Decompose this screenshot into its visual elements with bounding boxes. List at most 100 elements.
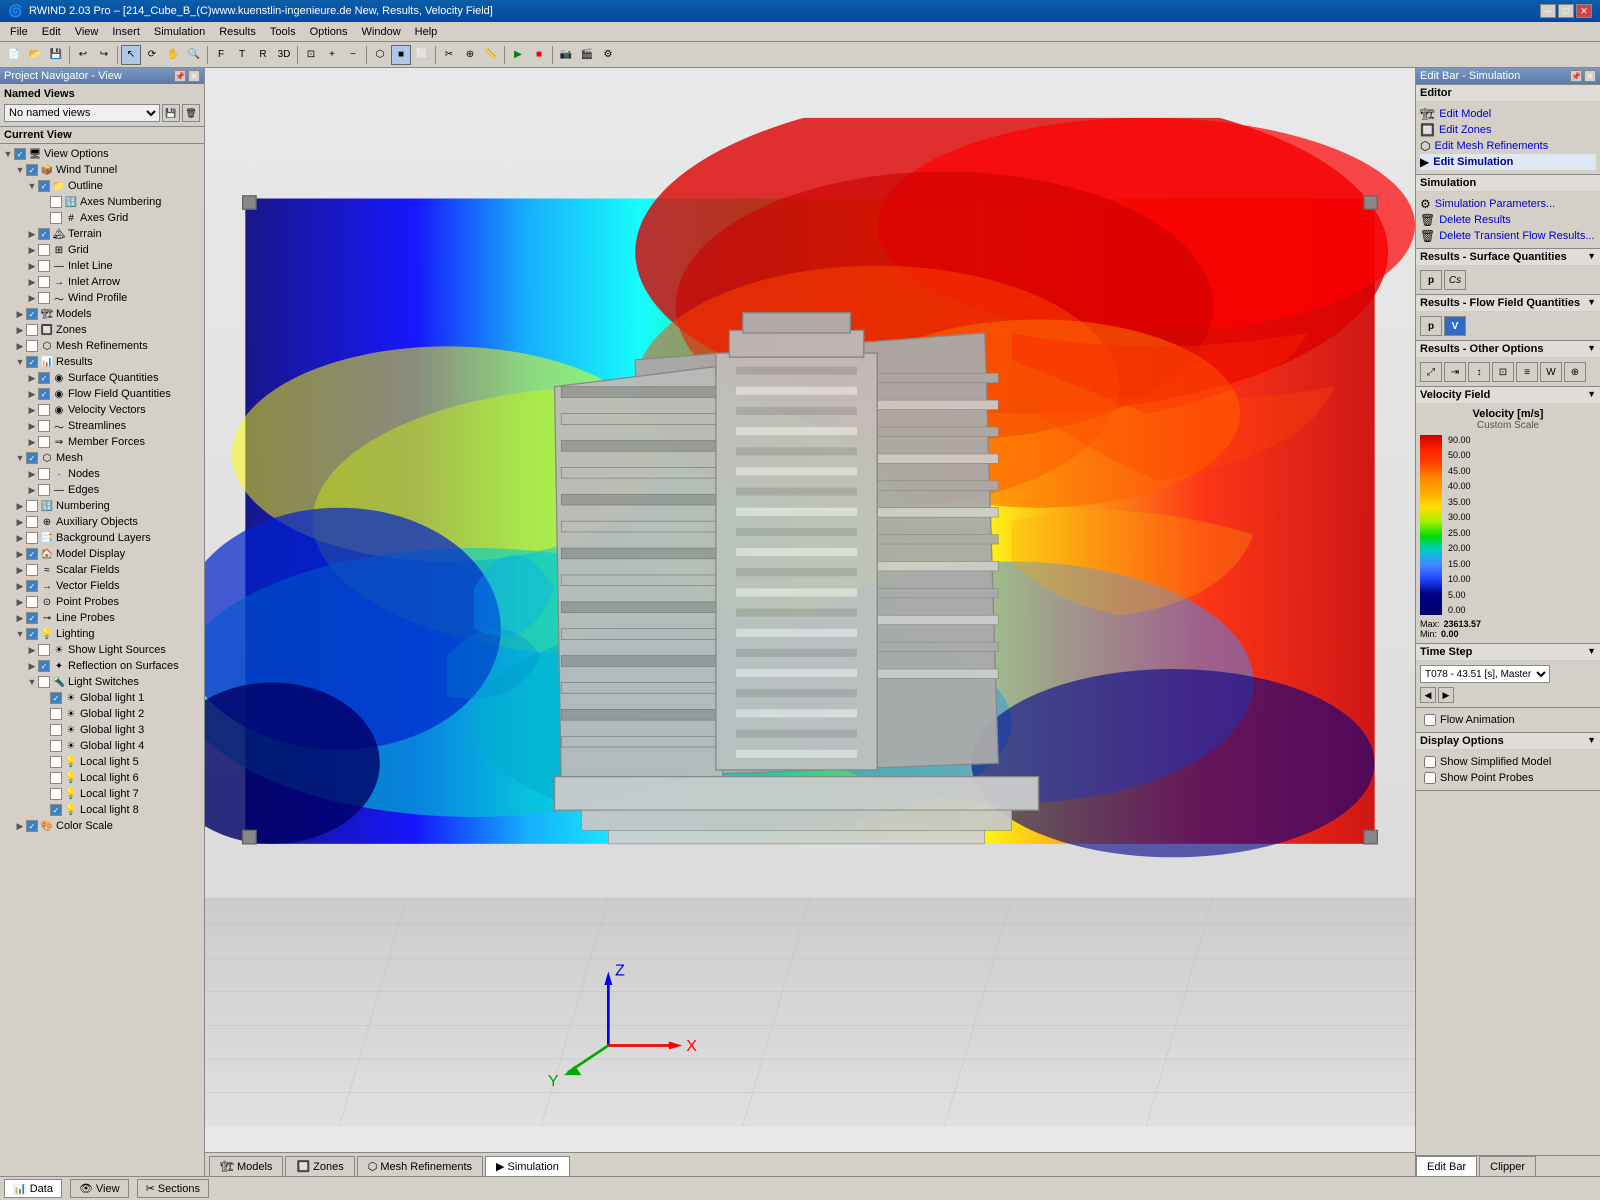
tb-solid[interactable]: ■ <box>391 45 411 65</box>
menu-help[interactable]: Help <box>409 24 444 40</box>
tree-item-nodes[interactable]: ▶·Nodes <box>2 466 202 482</box>
tb-redo[interactable]: ↪ <box>94 45 114 65</box>
flow-collapse[interactable]: ▼ <box>1587 297 1596 309</box>
tree-checkbox-mesh[interactable]: ✓ <box>26 452 38 464</box>
tree-checkbox-global-light-3[interactable] <box>50 724 62 736</box>
tree-expand-nodes[interactable]: ▶ <box>26 468 38 480</box>
menu-edit[interactable]: Edit <box>36 24 67 40</box>
tree-item-surface-quantities[interactable]: ▶✓◉Surface Quantities <box>2 370 202 386</box>
tree-expand-local-light-8[interactable] <box>38 804 50 816</box>
tb-top[interactable]: T <box>232 45 252 65</box>
tree-expand-outline[interactable]: ▼ <box>26 180 38 192</box>
tab-zones[interactable]: 🔲 Zones <box>285 1156 354 1176</box>
tree-expand-surface-quantities[interactable]: ▶ <box>26 372 38 384</box>
tb-new[interactable]: 📄 <box>4 45 24 65</box>
tree-expand-auxiliary-objects[interactable]: ▶ <box>14 516 26 528</box>
tree-item-background-layers[interactable]: ▶📑Background Layers <box>2 530 202 546</box>
tb-video[interactable]: 🎬 <box>577 45 597 65</box>
tree-checkbox-mesh-refinements[interactable] <box>26 340 38 352</box>
tree-expand-view-options[interactable]: ▼ <box>2 148 14 160</box>
tree-item-wind-profile[interactable]: ▶〜Wind Profile <box>2 290 202 306</box>
rp-pin[interactable]: 📌 <box>1570 70 1582 82</box>
tree-item-view-options[interactable]: ▼✓🖥View Options <box>2 146 202 162</box>
tb-edges-mode[interactable]: ⬜ <box>412 45 432 65</box>
velocity-collapse[interactable]: ▼ <box>1587 389 1596 401</box>
tree-checkbox-wind-tunnel[interactable]: ✓ <box>26 164 38 176</box>
tree-expand-point-probes[interactable]: ▶ <box>14 596 26 608</box>
tb-front[interactable]: F <box>211 45 231 65</box>
tb-iso[interactable]: 3D <box>274 45 294 65</box>
menu-window[interactable]: Window <box>356 24 407 40</box>
tb-screenshot[interactable]: 📷 <box>556 45 576 65</box>
tb-run[interactable]: ▶ <box>508 45 528 65</box>
tree-expand-terrain[interactable]: ▶ <box>26 228 38 240</box>
timestep-collapse[interactable]: ▼ <box>1587 646 1596 658</box>
tree-item-inlet-arrow[interactable]: ▶→Inlet Arrow <box>2 274 202 290</box>
tree-item-local-light-6[interactable]: 💡Local light 6 <box>2 770 202 786</box>
tree-item-light-switches[interactable]: ▼🔦Light Switches <box>2 674 202 690</box>
tb-fit[interactable]: ⊡ <box>301 45 321 65</box>
tree-expand-light-switches[interactable]: ▼ <box>26 676 38 688</box>
tree-checkbox-point-probes[interactable] <box>26 596 38 608</box>
tree-checkbox-flow-field-quantities[interactable]: ✓ <box>38 388 50 400</box>
edit-sim-label[interactable]: Edit Simulation <box>1433 156 1513 168</box>
tree-checkbox-terrain[interactable]: ✓ <box>38 228 50 240</box>
tree-checkbox-results[interactable]: ✓ <box>26 356 38 368</box>
tree-item-line-probes[interactable]: ▶✓⊸Line Probes <box>2 610 202 626</box>
tree-expand-show-light-sources[interactable]: ▶ <box>26 644 38 656</box>
tab-mesh-refinements[interactable]: ⬡ Mesh Refinements <box>357 1156 483 1176</box>
tree-checkbox-background-layers[interactable] <box>26 532 38 544</box>
tree-expand-background-layers[interactable]: ▶ <box>14 532 26 544</box>
tree-expand-scalar-fields[interactable]: ▶ <box>14 564 26 576</box>
tree-item-lighting[interactable]: ▼✓💡Lighting <box>2 626 202 642</box>
tree-expand-results[interactable]: ▼ <box>14 356 26 368</box>
tree-expand-axes-numbering[interactable] <box>38 196 50 208</box>
other-btn-4[interactable]: ⊡ <box>1492 362 1514 382</box>
delete-transient-label[interactable]: Delete Transient Flow Results... <box>1439 230 1594 242</box>
tb-undo[interactable]: ↩ <box>73 45 93 65</box>
tree-item-member-forces[interactable]: ▶⇒Member Forces <box>2 434 202 450</box>
tree-checkbox-surface-quantities[interactable]: ✓ <box>38 372 50 384</box>
tree-item-streamlines[interactable]: ▶〜Streamlines <box>2 418 202 434</box>
other-btn-2[interactable]: ⇥ <box>1444 362 1466 382</box>
tree-checkbox-global-light-4[interactable] <box>50 740 62 752</box>
tree-expand-grid[interactable]: ▶ <box>26 244 38 256</box>
timestep-next[interactable]: ▶ <box>1438 687 1454 703</box>
tab-clipper[interactable]: Clipper <box>1479 1156 1536 1176</box>
tree-item-global-light-3[interactable]: ☀Global light 3 <box>2 722 202 738</box>
tree-expand-member-forces[interactable]: ▶ <box>26 436 38 448</box>
other-btn-7[interactable]: ⊕ <box>1564 362 1586 382</box>
tree-checkbox-numbering[interactable] <box>26 500 38 512</box>
tree-checkbox-grid[interactable] <box>38 244 50 256</box>
viewport[interactable]: Z X Y 🏗 Models 🔲 Zones ⬡ <box>205 68 1415 1176</box>
tree-item-zones[interactable]: ▶🔲Zones <box>2 322 202 338</box>
tree-item-global-light-2[interactable]: ☀Global light 2 <box>2 706 202 722</box>
tb-measure[interactable]: 📏 <box>481 45 501 65</box>
tree-checkbox-light-switches[interactable] <box>38 676 50 688</box>
tree-item-show-light-sources[interactable]: ▶☀Show Light Sources <box>2 642 202 658</box>
tree-item-axes-grid[interactable]: #Axes Grid <box>2 210 202 226</box>
tree-checkbox-models[interactable]: ✓ <box>26 308 38 320</box>
tree-item-local-light-7[interactable]: 💡Local light 7 <box>2 786 202 802</box>
tree-expand-velocity-vectors[interactable]: ▶ <box>26 404 38 416</box>
tree-item-models[interactable]: ▶✓🏗Models <box>2 306 202 322</box>
edit-mesh-label[interactable]: Edit Mesh Refinements <box>1434 140 1548 152</box>
tree-item-velocity-vectors[interactable]: ▶◉Velocity Vectors <box>2 402 202 418</box>
tree-item-point-probes[interactable]: ▶⊙Point Probes <box>2 594 202 610</box>
tree-item-color-scale[interactable]: ▶✓🎨Color Scale <box>2 818 202 834</box>
panel-pin-button[interactable]: 📌 <box>174 70 186 82</box>
timestep-select[interactable]: T078 - 43.51 [s], Master <box>1420 665 1550 683</box>
tree-item-scalar-fields[interactable]: ▶≈Scalar Fields <box>2 562 202 578</box>
tree-expand-local-light-6[interactable] <box>38 772 50 784</box>
other-btn-5[interactable]: ≡ <box>1516 362 1538 382</box>
tree-checkbox-local-light-5[interactable] <box>50 756 62 768</box>
tb-save[interactable]: 💾 <box>46 45 66 65</box>
flow-btn-p[interactable]: p <box>1420 316 1442 336</box>
timestep-prev[interactable]: ◀ <box>1420 687 1436 703</box>
menu-results[interactable]: Results <box>213 24 262 40</box>
tree-checkbox-show-light-sources[interactable] <box>38 644 50 656</box>
tree-expand-vector-fields[interactable]: ▶ <box>14 580 26 592</box>
tb-pan[interactable]: ✋ <box>163 45 183 65</box>
tree-checkbox-lighting[interactable]: ✓ <box>26 628 38 640</box>
tree-item-outline[interactable]: ▼✓📁Outline <box>2 178 202 194</box>
